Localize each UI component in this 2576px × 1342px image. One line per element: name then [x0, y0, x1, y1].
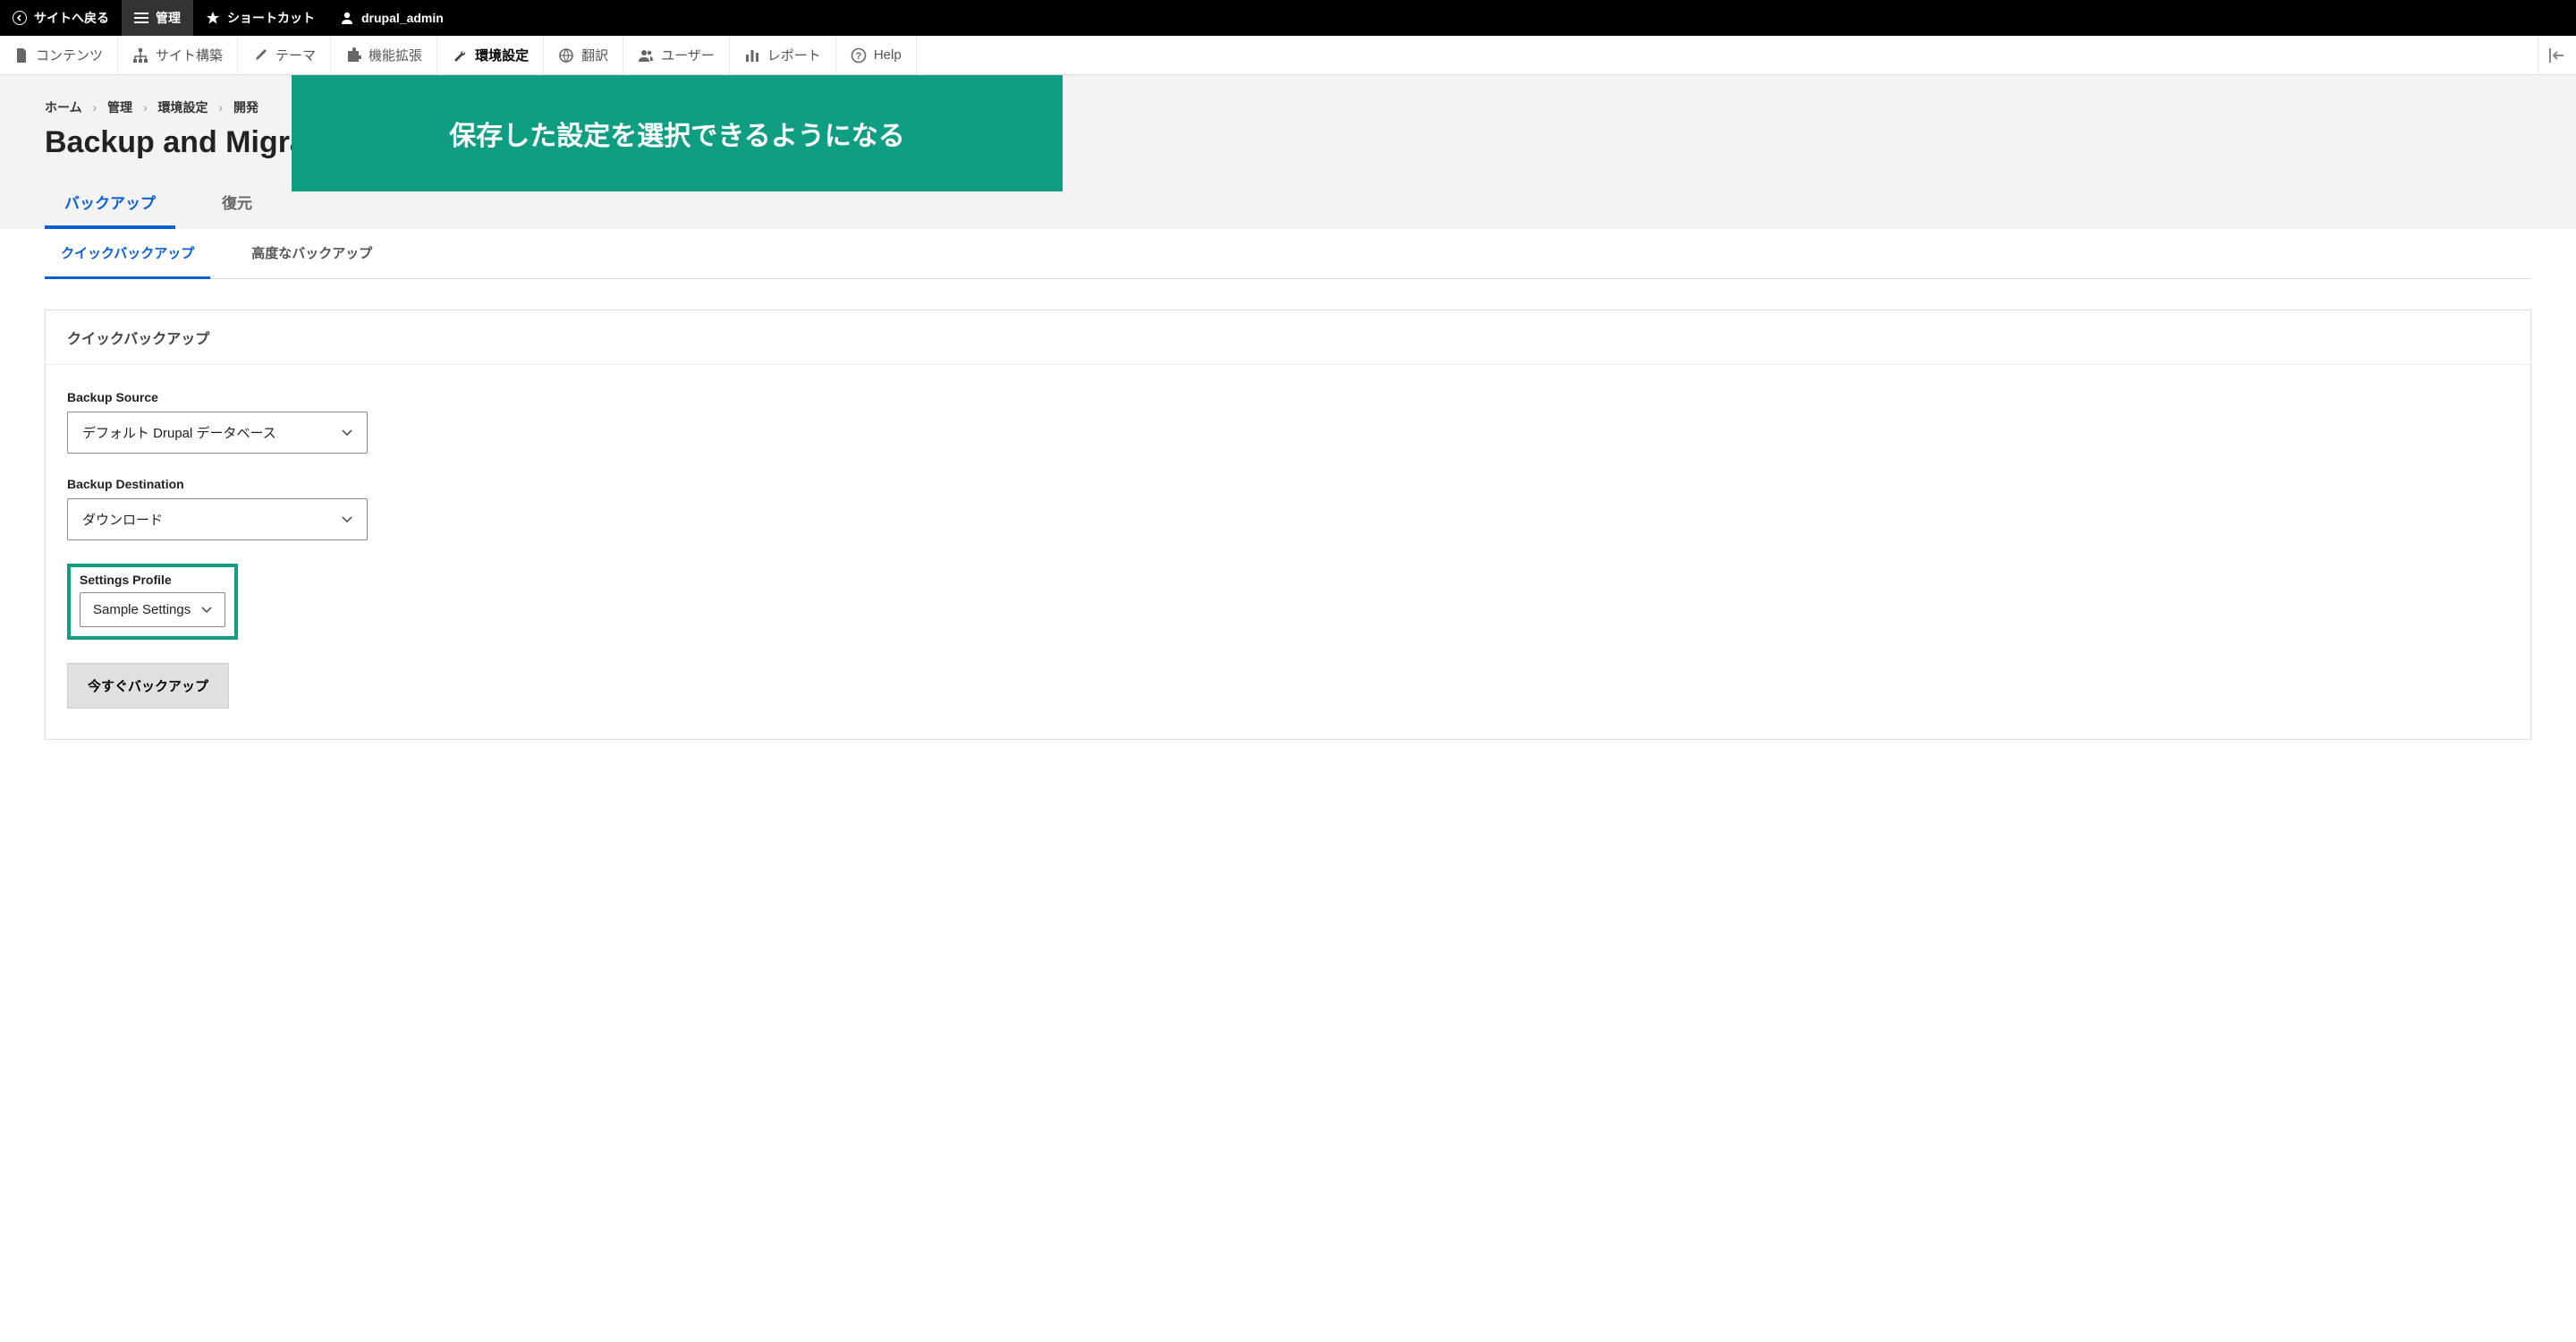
breadcrumb-separator: › [143, 100, 148, 115]
puzzle-icon [345, 47, 361, 64]
backup-source-label: Backup Source [67, 390, 2509, 404]
wrench-icon [452, 47, 468, 64]
people-icon [638, 47, 654, 64]
tab-advanced-backup[interactable]: 高度なバックアップ [235, 229, 388, 278]
toolbar-spacer [917, 36, 2538, 74]
backup-destination-label: Backup Destination [67, 477, 2509, 491]
file-icon [14, 47, 29, 64]
backup-now-button[interactable]: 今すぐバックアップ [67, 663, 229, 709]
chevron-down-icon [201, 607, 212, 614]
annotation-text: 保存した設定を選択できるようになる [449, 114, 904, 153]
back-to-site-label: サイトへ戻る [34, 9, 109, 27]
tab-backup[interactable]: バックアップ [45, 180, 175, 229]
toolbar-content[interactable]: コンテンツ [0, 36, 118, 74]
toolbar-extend-label: 機能拡張 [369, 46, 422, 64]
svg-text:?: ? [855, 51, 861, 62]
toolbar-translate-label: 翻訳 [581, 46, 608, 64]
user-label: drupal_admin [361, 11, 444, 25]
page-header: ホーム › 管理 › 環境設定 › 開発 Backup and Migra 保存… [0, 75, 2576, 229]
manage-label: 管理 [156, 9, 181, 27]
toolbar-configuration-label: 環境設定 [475, 46, 529, 64]
backup-source-group: Backup Source デフォルト Drupal データベース [67, 390, 2509, 454]
bar-chart-icon [744, 47, 760, 64]
collapse-left-icon [2549, 48, 2565, 63]
back-to-site-link[interactable]: サイトへ戻る [0, 0, 122, 36]
toolbar-reports-label: レポート [767, 46, 821, 64]
tab-restore[interactable]: 復元 [202, 180, 272, 229]
toolbar-translate[interactable]: 翻訳 [544, 36, 623, 74]
quick-backup-panel: クイックバックアップ Backup Source デフォルト Drupal デー… [45, 310, 2531, 740]
structure-icon [132, 47, 148, 64]
tab-quick-backup[interactable]: クイックバックアップ [45, 229, 210, 279]
toolbar-people[interactable]: ユーザー [623, 36, 730, 74]
admin-topbar: サイトへ戻る 管理 ショートカット drupal_admin [0, 0, 2576, 36]
admin-toolbar: コンテンツ サイト構築 テーマ 機能拡張 環境設定 翻訳 ユーザー [0, 36, 2576, 75]
settings-profile-highlight: Settings Profile Sample Settings [67, 564, 238, 640]
breadcrumb-separator: › [92, 100, 97, 115]
manage-toggle[interactable]: 管理 [122, 0, 193, 36]
back-arrow-icon [13, 11, 27, 25]
user-icon [340, 11, 354, 25]
globe-icon [558, 47, 574, 64]
shortcuts-label: ショートカット [227, 9, 315, 27]
help-icon: ? [851, 47, 867, 64]
toolbar-help-label: Help [874, 47, 902, 63]
breadcrumb-config[interactable]: 環境設定 [158, 100, 208, 115]
toolbar-collapse-button[interactable] [2538, 36, 2576, 74]
secondary-tabs: クイックバックアップ 高度なバックアップ [45, 229, 2531, 279]
toolbar-configuration[interactable]: 環境設定 [437, 36, 544, 74]
page-content: クイックバックアップ 高度なバックアップ クイックバックアップ Backup S… [0, 229, 2576, 776]
annotation-banner: 保存した設定を選択できるようになる [292, 75, 1063, 191]
toolbar-content-label: コンテンツ [36, 46, 103, 64]
breadcrumb-separator: › [218, 100, 223, 115]
chevron-down-icon [342, 516, 352, 523]
backup-source-select[interactable]: デフォルト Drupal データベース [67, 412, 368, 454]
toolbar-people-label: ユーザー [661, 46, 715, 64]
user-menu[interactable]: drupal_admin [327, 0, 456, 36]
settings-profile-select[interactable]: Sample Settings [80, 592, 225, 627]
chevron-down-icon [342, 429, 352, 437]
panel-title: クイックバックアップ [46, 310, 2530, 365]
shortcuts-link[interactable]: ショートカット [193, 0, 327, 36]
toolbar-appearance[interactable]: テーマ [238, 36, 331, 74]
breadcrumb-manage[interactable]: 管理 [107, 100, 132, 115]
hamburger-icon [134, 12, 148, 24]
toolbar-extend[interactable]: 機能拡張 [331, 36, 437, 74]
backup-destination-group: Backup Destination ダウンロード [67, 477, 2509, 540]
toolbar-structure-label: サイト構築 [156, 46, 223, 64]
brush-icon [252, 47, 268, 64]
breadcrumb-home[interactable]: ホーム [45, 100, 82, 115]
toolbar-structure[interactable]: サイト構築 [118, 36, 238, 74]
settings-profile-label: Settings Profile [80, 573, 225, 587]
settings-profile-value: Sample Settings [93, 602, 191, 617]
action-row: 今すぐバックアップ [67, 663, 2509, 709]
backup-destination-value: ダウンロード [82, 510, 163, 529]
star-icon [206, 11, 220, 25]
backup-source-value: デフォルト Drupal データベース [82, 423, 276, 442]
panel-body: Backup Source デフォルト Drupal データベース Backup… [46, 365, 2530, 739]
backup-destination-select[interactable]: ダウンロード [67, 498, 368, 540]
toolbar-help[interactable]: ? Help [836, 36, 917, 74]
toolbar-reports[interactable]: レポート [730, 36, 836, 74]
breadcrumb-dev[interactable]: 開発 [233, 100, 258, 115]
toolbar-appearance-label: テーマ [275, 46, 316, 64]
